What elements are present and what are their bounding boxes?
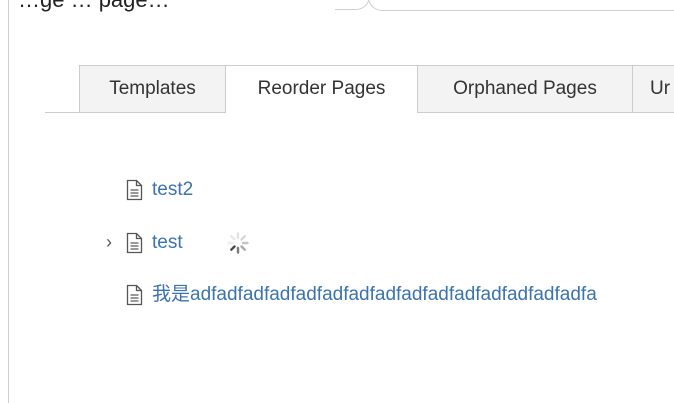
page-link[interactable]: test2 [152,176,193,204]
page-root: …ge … page… Templates Reorder Pages Orph… [0,0,674,403]
chevron-right-icon[interactable]: › [106,229,118,255]
loading-spinner-icon [227,232,249,254]
page-link[interactable]: 我是adfadfadfadfadfadfadfadfadfadfadfadfad… [152,281,597,309]
tab-label: Ur [650,78,671,99]
top-tab-edge [335,0,674,11]
content-left-border [8,0,9,403]
tab-label: Orphaned Pages [453,78,597,99]
tab-orphaned-pages[interactable]: Orphaned Pages [418,65,632,112]
page-link[interactable]: test [152,229,183,257]
tab-undefined-pages[interactable]: Ur [632,65,674,112]
cut-off-heading: …ge … page… [18,0,170,13]
tab-reorder-pages[interactable]: Reorder Pages [225,65,418,113]
page-icon [126,179,143,201]
tab-label: Templates [109,78,196,99]
tab-templates[interactable]: Templates [79,65,225,112]
page-icon [126,284,143,306]
page-icon [126,232,143,254]
tab-label: Reorder Pages [257,78,386,99]
